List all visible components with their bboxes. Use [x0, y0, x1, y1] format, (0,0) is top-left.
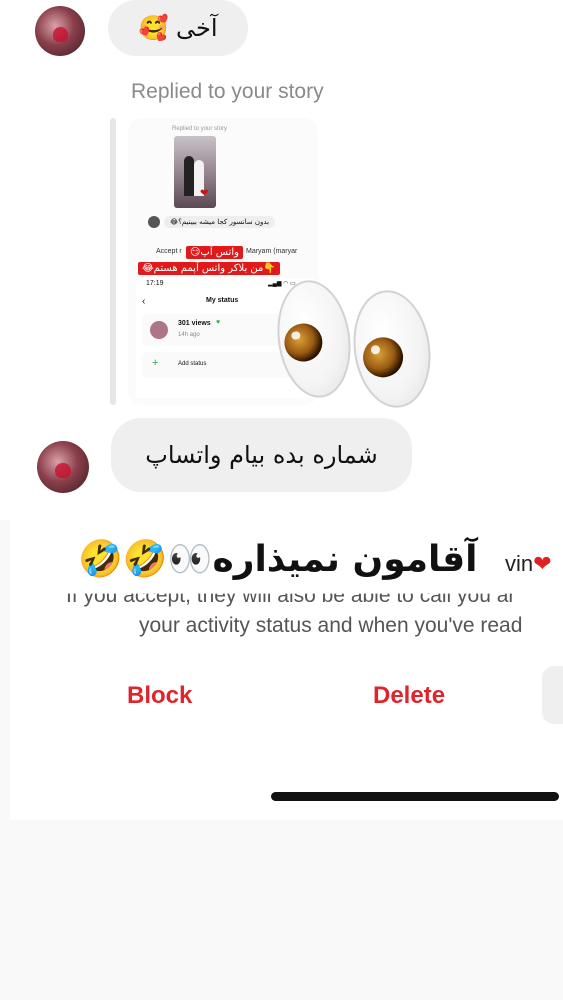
message-text: آخی 🥰 — [138, 14, 218, 42]
heart-icon: ❤ — [200, 188, 209, 199]
message-request-panel: If you accept, they will also be able to… — [10, 520, 563, 820]
name-fragment-text: vin — [505, 551, 534, 576]
block-button[interactable]: Block — [127, 682, 192, 710]
request-info-line-2: your activity status and when you've rea… — [139, 614, 523, 637]
status-time-ago: 14h ago — [178, 332, 200, 338]
heart-icon: ❤ — [533, 551, 552, 576]
story-thumbnail: ❤ — [174, 136, 216, 208]
red-caption-tag-1: واتس آپ😏 — [186, 246, 243, 259]
home-indicator[interactable] — [271, 792, 559, 801]
story-preview-replied-label: Replied to your story — [172, 126, 228, 132]
overlay-caption: آقامون نمیذاره👀🤣🤣 — [78, 539, 478, 580]
sender-avatar[interactable] — [37, 441, 89, 493]
request-info-line-1: If you accept, they will also be able to… — [66, 584, 516, 607]
green-heart-icon: ♥ — [216, 319, 221, 326]
sender-avatar[interactable] — [35, 6, 85, 56]
reply-indicator-bar — [110, 118, 116, 405]
chevron-left-icon: ‹ — [142, 296, 146, 307]
chat-thread: آخی 🥰 Replied to your story Replied to y… — [0, 0, 563, 520]
avatar — [150, 321, 168, 339]
right-eye — [346, 285, 438, 413]
accept-text-fragment: Accept r — [156, 248, 182, 255]
status-views-count: 301 views — [178, 320, 211, 327]
left-eye — [270, 275, 358, 403]
delete-button[interactable]: Delete — [373, 682, 445, 710]
add-status-label: Add status — [178, 361, 207, 367]
eyes-emoji-sticker — [270, 275, 438, 413]
story-preview-message-row: بدون سانسور کجا میشه ببینیم؟😂 — [148, 216, 276, 228]
red-caption-tag-2: 👇من بلاکر واتس آپمم هستم😂 — [138, 262, 280, 275]
requester-name-fragment: vin❤ — [505, 551, 552, 577]
status-header-title: My status — [206, 297, 239, 304]
accept-name-fragment: Maryam (maryar — [246, 248, 298, 255]
accept-button-partial[interactable] — [542, 666, 563, 724]
plus-icon: + — [152, 357, 159, 369]
avatar — [148, 216, 160, 228]
story-preview-reply: بدون سانسور کجا میشه ببینیم؟😂 — [164, 216, 276, 228]
add-status-row: + Add status — [142, 352, 292, 378]
message-bubble-first[interactable]: آخی 🥰 — [108, 0, 248, 56]
message-text: شماره بده بیام واتساپ — [145, 441, 378, 469]
status-bar-time: 17:19 — [146, 280, 164, 287]
message-bubble-second[interactable]: شماره بده بیام واتساپ — [111, 418, 412, 492]
replied-to-story-label: Replied to your story — [131, 80, 324, 103]
status-views-card: 301 views ♥ 14h ago — [142, 314, 292, 346]
